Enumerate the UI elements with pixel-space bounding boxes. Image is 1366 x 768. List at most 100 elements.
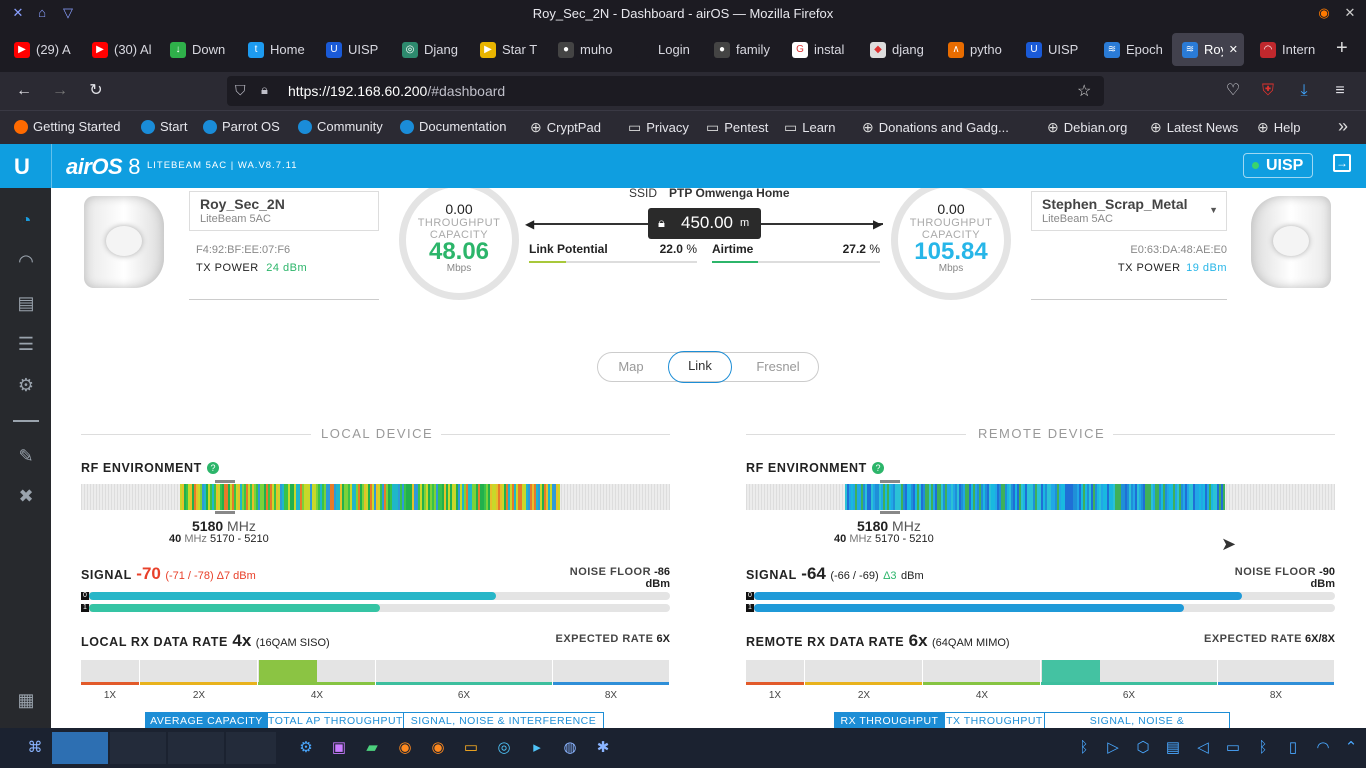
burp-icon[interactable]: ✱	[592, 737, 614, 759]
ublock-icon[interactable]: ⛨	[1258, 81, 1278, 101]
new-tab-icon[interactable]: +	[1336, 37, 1348, 60]
browser-tab[interactable]: Ginstal	[782, 33, 856, 66]
menu-hamburger-icon[interactable]: ≡	[1330, 81, 1350, 101]
ubiquiti-logo-icon[interactable]: U	[14, 154, 30, 180]
folder-icon[interactable]: ▭	[460, 737, 482, 759]
volume-icon[interactable]: ◁	[1192, 737, 1214, 759]
browser-tab[interactable]: ◎ Djang	[392, 33, 466, 66]
browser-tab[interactable]: ≋ Epoch	[1094, 33, 1168, 66]
chart-tab-button[interactable]: TX THROUGHPUT	[944, 712, 1045, 728]
close-window-icon[interactable]: ✕	[1342, 5, 1358, 21]
tab-label: UISP	[1048, 42, 1079, 57]
bookmarks-overflow-icon[interactable]: »	[1338, 116, 1348, 137]
workspace-1[interactable]	[52, 732, 108, 764]
browser-tab[interactable]: ● muho	[548, 33, 622, 66]
shield-icon[interactable]: ⛉	[235, 82, 246, 99]
tab-map[interactable]: Map	[598, 359, 664, 374]
bookmark-item[interactable]: ⊕ Debian.org	[1047, 119, 1127, 136]
browser-tab[interactable]: U UISP	[1016, 33, 1090, 66]
files-icon[interactable]: ▰	[361, 737, 383, 759]
workspace-4[interactable]	[226, 732, 276, 764]
terminal-icon[interactable]: ▸	[526, 737, 548, 759]
expand-icon[interactable]: ⌃	[1340, 737, 1362, 759]
network-share-icon[interactable]: ⬡	[1132, 737, 1154, 759]
settings-icon[interactable]: ⚙	[295, 737, 317, 759]
browser-tab[interactable]: U UISP	[316, 33, 390, 66]
bookmark-item[interactable]: ⊕ Latest News	[1150, 119, 1238, 136]
browser-tab[interactable]: ● family	[704, 33, 778, 66]
url-bar[interactable]: ⛉ 🔒︎ https://192.168.60.200/#dashboard ☆	[227, 76, 1104, 106]
chart-tab-button[interactable]: RX THROUGHPUT	[834, 712, 945, 728]
network-icon[interactable]: ▤	[14, 291, 38, 315]
firefox-active-icon[interactable]: ◉	[427, 737, 449, 759]
clipboard-icon[interactable]: ▤	[1162, 737, 1184, 759]
bookmark-item[interactable]: ⊕ Donations and Gadg...	[862, 119, 1009, 136]
chart-tab-button[interactable]: AVERAGE CAPACITY	[145, 712, 268, 728]
downloads-icon[interactable]: ⤓	[1294, 81, 1314, 101]
back-icon[interactable]: ←	[14, 81, 34, 101]
browser-tab[interactable]: ◠ Intern	[1250, 33, 1324, 66]
phone-icon[interactable]: ▯	[1282, 737, 1304, 759]
firefox-icon[interactable]: ◉	[394, 737, 416, 759]
chart-tab-button[interactable]: SIGNAL, NOISE & INTERFERENCE	[403, 712, 604, 728]
close-tab-icon[interactable]: ✕	[1229, 43, 1238, 56]
app-icon[interactable]: ◍	[559, 737, 581, 759]
chart-tab-button[interactable]: TOTAL AP THROUGHPUT	[267, 712, 404, 728]
local-device-box[interactable]: Roy_Sec_2N LiteBeam 5AC	[189, 191, 379, 231]
help-icon[interactable]: ?	[207, 462, 219, 474]
settings-gear-icon[interactable]: ⚙	[14, 373, 38, 397]
log-icon[interactable]: ▦	[14, 688, 38, 712]
lock-icon[interactable]: 🔒︎	[261, 82, 268, 98]
browser-tab[interactable]: ↓ Down	[160, 33, 234, 66]
bookmark-item[interactable]: Parrot OS	[203, 119, 280, 134]
tab-fresnel[interactable]: Fresnel	[740, 359, 816, 374]
wireless-icon[interactable]: ◠	[14, 249, 38, 273]
mouse-cursor-icon: ➤	[1221, 534, 1237, 554]
tab-label: (30) Al	[114, 42, 152, 57]
bluetooth-tray-icon[interactable]: ᛒ	[1252, 737, 1274, 759]
browser-tab[interactable]: ▶ (29) A	[4, 33, 78, 66]
chromium-icon[interactable]: ◎	[493, 737, 515, 759]
browser-tab[interactable]: ∧ pytho	[938, 33, 1012, 66]
bookmark-item[interactable]: ⊕ CryptPad	[530, 119, 601, 136]
distance-box[interactable]: 🔒︎ 450.00 m	[648, 208, 761, 239]
store-icon[interactable]: ▣	[328, 737, 350, 759]
tab-link[interactable]: Link	[668, 351, 732, 383]
bookmark-item[interactable]: ⊕ Help	[1257, 119, 1300, 136]
bluetooth-icon[interactable]: ᛒ	[1073, 737, 1095, 759]
remote-device-select[interactable]: Stephen_Scrap_Metal LiteBeam 5AC ▼	[1031, 191, 1227, 231]
remote-chain0-track	[746, 592, 1335, 600]
tab-label: Down	[192, 42, 226, 57]
workspace-3[interactable]	[168, 732, 224, 764]
workspace-2[interactable]	[110, 732, 166, 764]
help-icon[interactable]: ?	[872, 462, 884, 474]
bookmark-item[interactable]: Community	[298, 119, 383, 134]
browser-tab[interactable]: ▶ (30) Al	[82, 33, 156, 66]
apps-grid-icon[interactable]: ⌘	[24, 737, 46, 759]
bookmark-item[interactable]: Getting Started	[14, 119, 120, 134]
wifi-icon[interactable]: ◠	[1312, 737, 1334, 759]
bookmark-item[interactable]: Start	[141, 119, 187, 134]
browser-tab[interactable]: ≋ Roy ✕	[1172, 33, 1244, 66]
bookmark-item[interactable]: ▭ Pentest	[706, 119, 768, 136]
forward-icon[interactable]: →	[50, 81, 70, 101]
logout-icon[interactable]: →	[1333, 154, 1351, 172]
tools-wand-icon[interactable]: ✎	[14, 444, 38, 468]
bookmark-item[interactable]: ▭ Privacy	[628, 119, 689, 136]
chart-tab-button[interactable]: SIGNAL, NOISE & INTERFERENCE	[1044, 712, 1230, 728]
battery-icon[interactable]: ▭	[1222, 737, 1244, 759]
browser-tab[interactable]: ◆ djang	[860, 33, 934, 66]
reload-icon[interactable]: ↻	[86, 81, 106, 101]
bookmark-item[interactable]: Documentation	[400, 119, 506, 134]
browser-tab[interactable]: ▶ Star T	[470, 33, 544, 66]
play-icon[interactable]: ▷	[1102, 737, 1124, 759]
wrench-icon[interactable]: ✖	[14, 484, 38, 508]
dashboard-icon[interactable]: ◔	[14, 208, 38, 232]
pocket-icon[interactable]: ♡	[1223, 81, 1243, 101]
browser-tab[interactable]: t Home	[238, 33, 312, 66]
bookmark-item[interactable]: ▭ Learn	[784, 119, 835, 136]
uisp-button[interactable]: UISP	[1243, 153, 1313, 178]
browser-tab[interactable]: Login	[626, 33, 700, 66]
services-icon[interactable]: ☰	[14, 332, 38, 356]
bookmark-star-icon[interactable]: ☆	[1077, 81, 1091, 101]
